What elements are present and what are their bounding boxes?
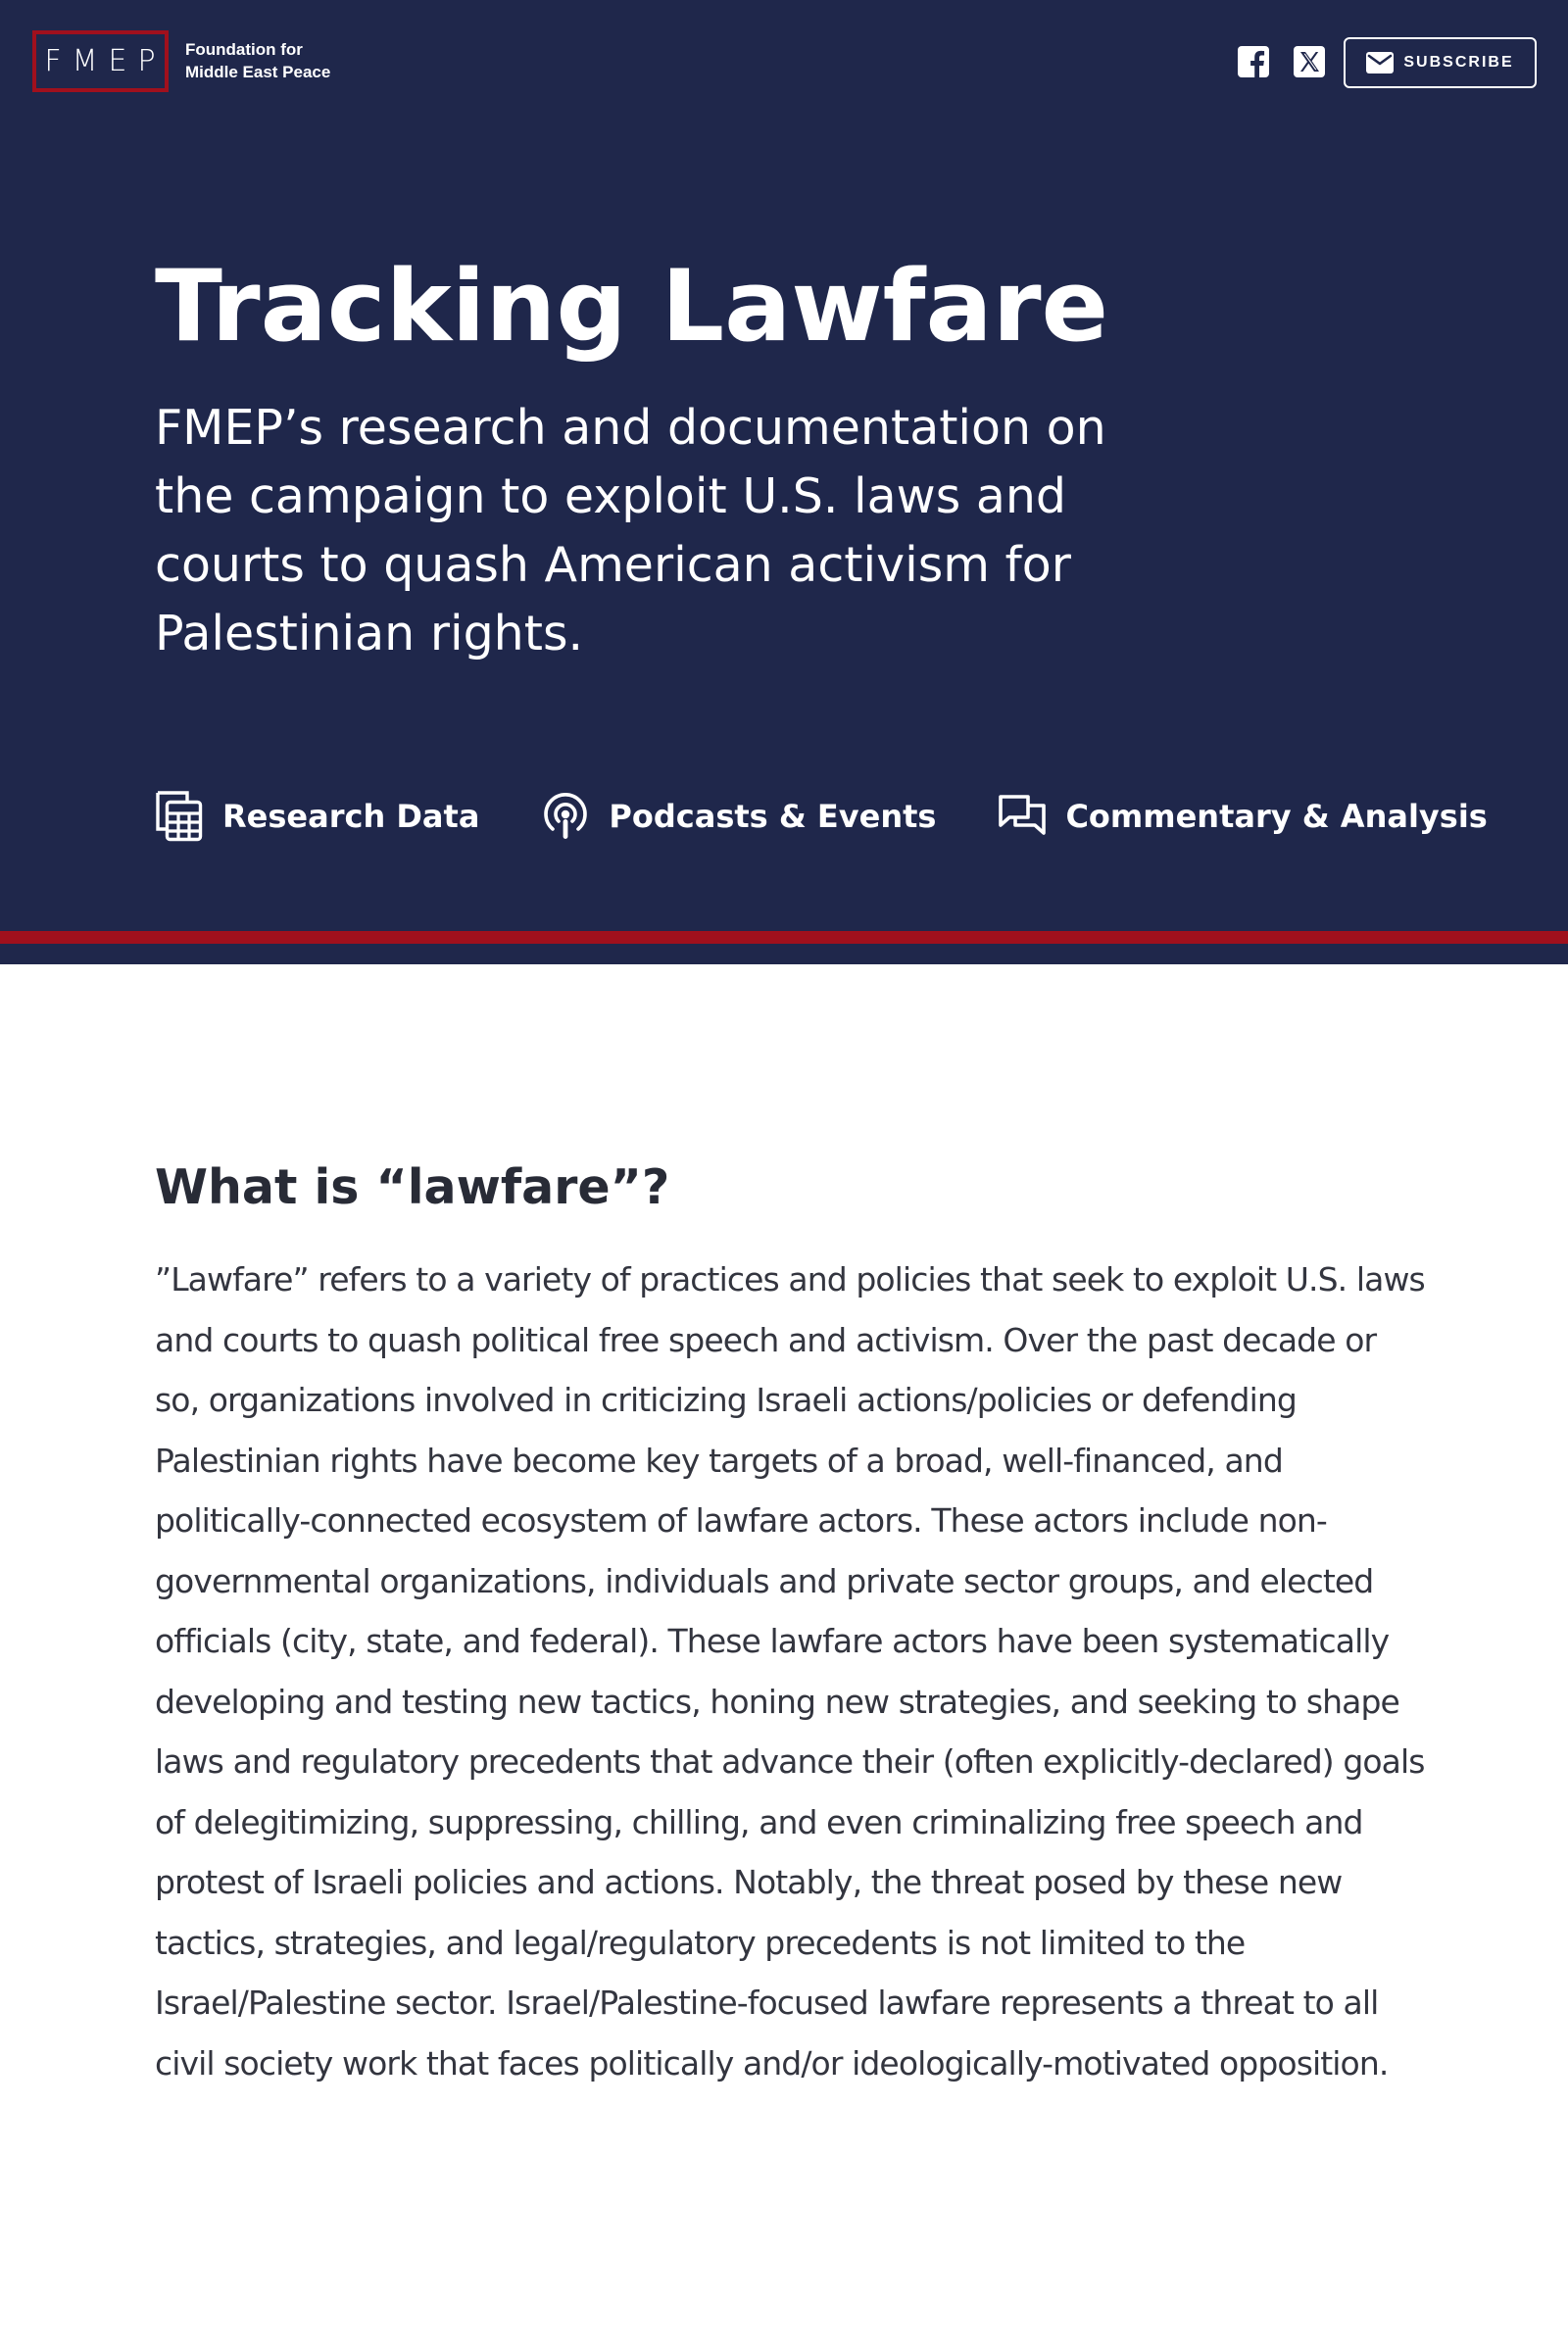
page-title: Tracking Lawfare xyxy=(155,248,1109,364)
subscribe-button[interactable]: SUBSCRIBE xyxy=(1344,37,1537,88)
nav-commentary-analysis[interactable]: Commentary & Analysis xyxy=(998,790,1488,843)
org-name-line2: Middle East Peace xyxy=(185,63,331,81)
podcast-icon xyxy=(541,790,590,843)
section-nav: Research Data Podcasts & Events Commenta… xyxy=(155,784,1488,849)
red-divider xyxy=(0,931,1568,944)
envelope-icon xyxy=(1366,52,1395,74)
facebook-icon[interactable] xyxy=(1237,45,1270,78)
spreadsheet-icon xyxy=(155,790,204,843)
nav-podcasts-events-label: Podcasts & Events xyxy=(609,798,937,835)
section-heading: What is “lawfare”? xyxy=(155,1159,670,1215)
page-subtitle: FMEP’s research and documentation on the… xyxy=(155,400,1106,662)
chat-bubbles-icon xyxy=(998,790,1047,843)
nav-research-data[interactable]: Research Data xyxy=(155,790,479,843)
top-bar: FMEP Foundation for Middle East Peace SU… xyxy=(0,0,1568,127)
nav-podcasts-events[interactable]: Podcasts & Events xyxy=(541,790,936,843)
x-twitter-icon[interactable] xyxy=(1293,45,1326,78)
org-name-line1: Foundation for xyxy=(185,40,303,59)
nav-research-data-label: Research Data xyxy=(222,798,480,835)
nav-commentary-analysis-label: Commentary & Analysis xyxy=(1065,798,1488,835)
org-name[interactable]: Foundation for Middle East Peace xyxy=(185,38,330,83)
fmep-logo[interactable]: FMEP xyxy=(32,30,169,92)
section-body: ”Lawfare” refers to a variety of practic… xyxy=(155,1260,1426,2082)
navy-divider xyxy=(0,944,1568,964)
subscribe-label: SUBSCRIBE xyxy=(1403,54,1514,71)
hero-section: FMEP Foundation for Middle East Peace SU… xyxy=(0,0,1568,931)
